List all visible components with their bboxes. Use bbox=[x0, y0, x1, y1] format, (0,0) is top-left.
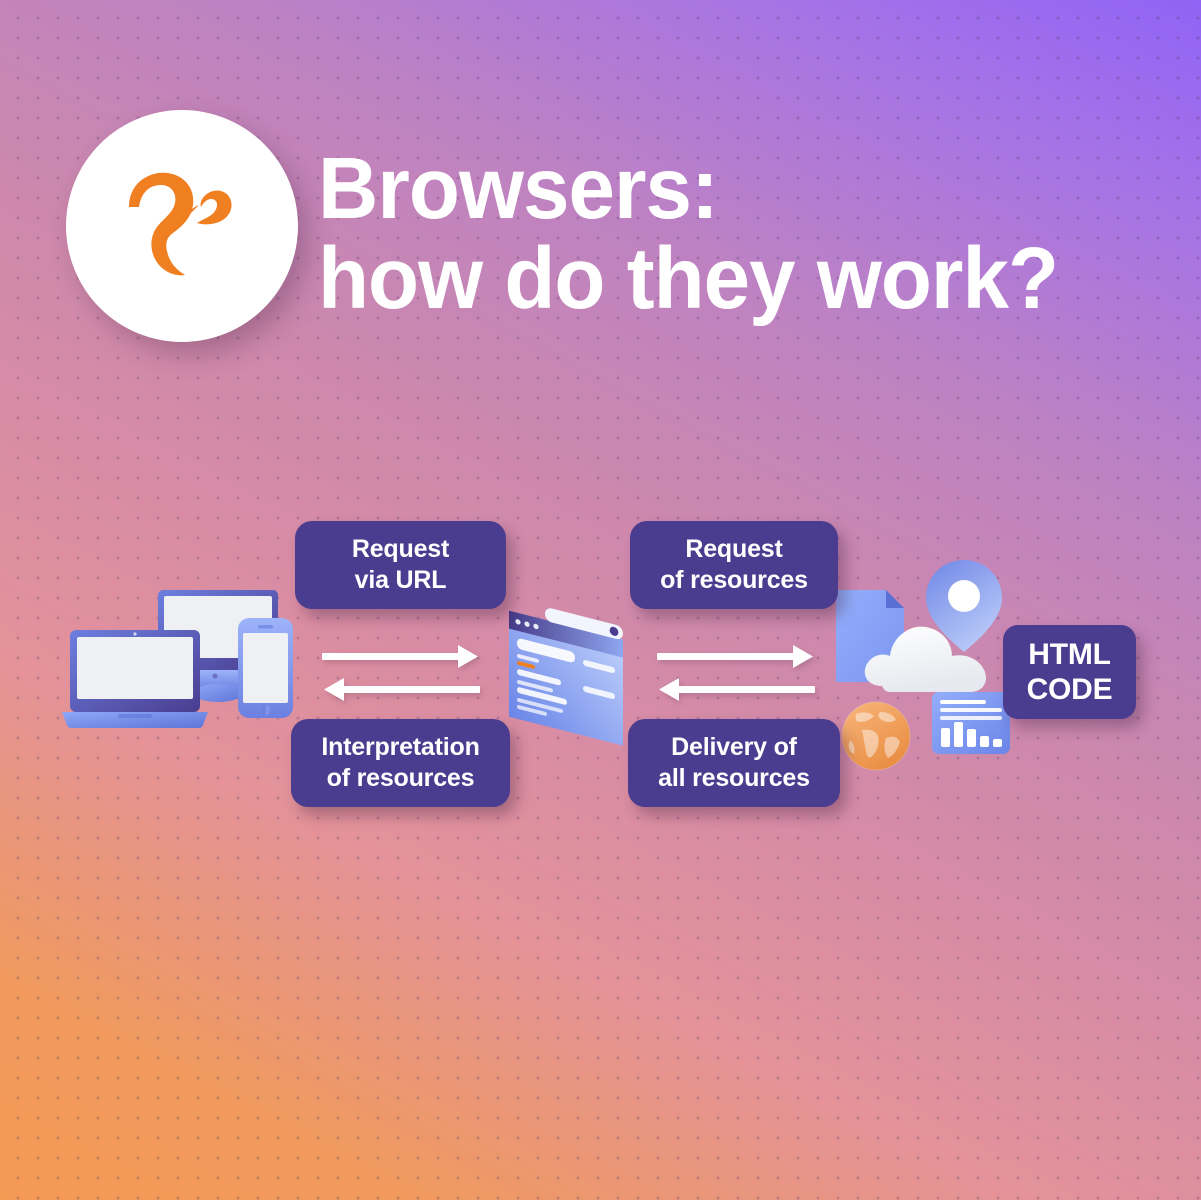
step-label-interpretation-of-resources[interactable]: Interpretation of resources bbox=[291, 719, 510, 807]
logo-badge bbox=[66, 110, 298, 342]
arrow-right-icon bbox=[657, 645, 813, 668]
step-label-delivery-of-all-resources[interactable]: Delivery of all resources bbox=[628, 719, 840, 807]
step-label-line-2: of resources bbox=[660, 566, 808, 594]
step-label-request-of-resources[interactable]: Request of resources bbox=[630, 521, 838, 609]
title-line-1: Browsers: bbox=[318, 140, 719, 237]
step-label-line-1: Request bbox=[351, 535, 450, 563]
html-code-badge[interactable]: HTML CODE bbox=[1003, 625, 1136, 719]
arrow-left-icon bbox=[659, 678, 815, 701]
arrow-pair-right bbox=[653, 642, 833, 712]
step-label-line-2: via URL bbox=[354, 566, 447, 594]
browser-window-illustration bbox=[495, 585, 645, 746]
page-title: Browsers: how do they work? bbox=[318, 144, 1118, 324]
html-code-line-1: HTML bbox=[1028, 638, 1111, 671]
step-label-line-2: all resources bbox=[658, 764, 810, 792]
chart-dashboard-icon bbox=[932, 692, 1010, 754]
title-line-2: how do they work? bbox=[318, 230, 1059, 327]
arrow-left-icon bbox=[324, 678, 480, 701]
step-label-line-1: Interpretation bbox=[321, 733, 480, 761]
devices-illustration bbox=[60, 580, 325, 740]
infographic-poster: Browsers: how do they work? Request via … bbox=[0, 0, 1201, 1200]
step-label-request-via-url[interactable]: Request via URL bbox=[295, 521, 506, 609]
squirrel-logo-icon bbox=[117, 161, 247, 291]
html-code-line-2: CODE bbox=[1026, 673, 1113, 706]
step-label-line-2: of resources bbox=[326, 764, 475, 792]
step-label-line-1: Request bbox=[685, 535, 783, 563]
arrow-pair-left bbox=[318, 642, 498, 712]
globe-icon bbox=[841, 701, 911, 771]
step-label-line-1: Delivery of bbox=[671, 733, 797, 761]
arrow-right-icon bbox=[322, 645, 478, 668]
